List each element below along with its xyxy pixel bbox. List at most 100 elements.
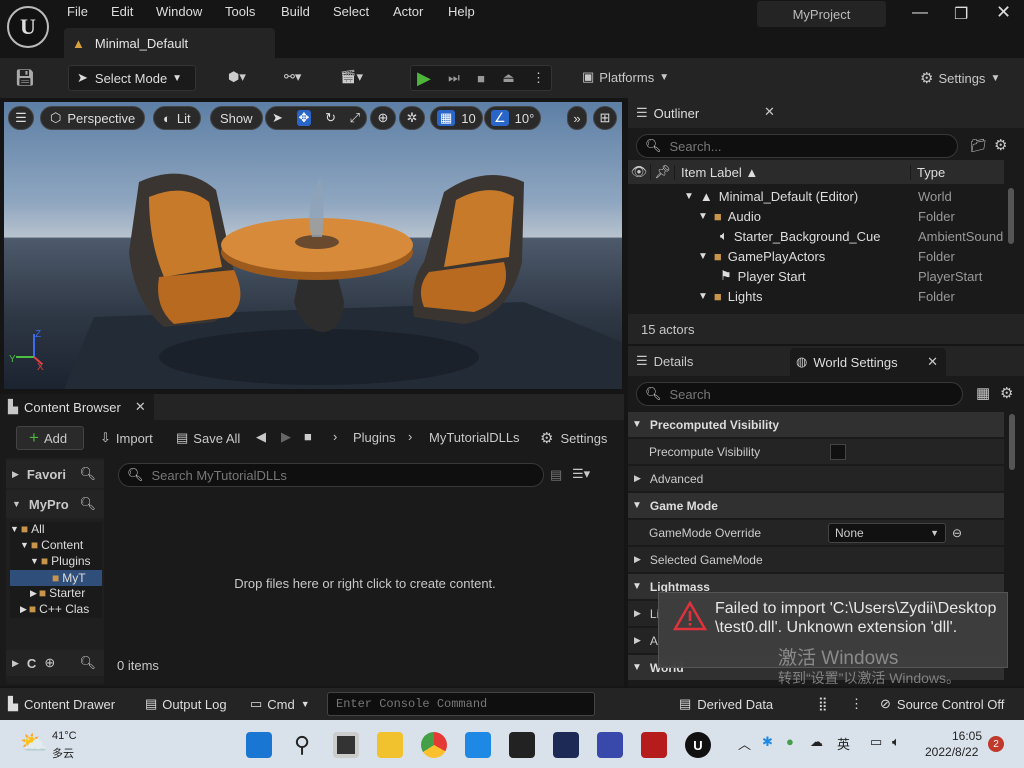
add-folder-icon[interactable]: 📁︎: [970, 138, 987, 154]
more-options-icon[interactable]: ⋮: [850, 688, 863, 720]
search-icon[interactable]: 🔍︎: [79, 496, 96, 512]
property-row[interactable]: ▶ Selected GameMode: [628, 547, 1004, 573]
search-icon[interactable]: 🔍︎: [79, 655, 96, 671]
outliner-row[interactable]: 🔈︎ Starter_Background_Cue AmbientSound: [628, 226, 1010, 246]
outliner-row[interactable]: ▼ ■ Audio Folder: [628, 206, 1010, 226]
menu-help[interactable]: Help: [448, 4, 475, 19]
menu-tools[interactable]: Tools: [225, 4, 255, 19]
eject-icon[interactable]: ⏏: [502, 70, 514, 86]
content-drawer-button[interactable]: ▙ Content Drawer: [8, 688, 115, 720]
select-mode-button[interactable]: ➤ Select Mode ▼: [68, 65, 196, 91]
world-space-icon[interactable]: ⊕: [370, 106, 396, 130]
outliner-row[interactable]: ▼ ■ GamePlayActors Folder: [628, 246, 1010, 266]
file-explorer-icon[interactable]: [377, 732, 403, 758]
expand-toolbar-icon[interactable]: »: [567, 106, 587, 130]
cb-settings-button[interactable]: ⚙ Settings: [540, 429, 607, 447]
platforms-button[interactable]: ▣ Platforms ▼: [582, 69, 669, 85]
more-options-icon[interactable]: ⋮: [532, 70, 545, 86]
back-icon[interactable]: ◀: [256, 429, 266, 445]
close-icon[interactable]: ✕: [135, 399, 146, 415]
asset-view[interactable]: 🔍︎ Search MyTutorialDLLs ▤ ☰▾ Drop files…: [110, 458, 624, 684]
add-collection-icon[interactable]: ⊕: [44, 655, 55, 671]
search-icon[interactable]: ⚲: [289, 732, 315, 758]
start-button[interactable]: [246, 732, 272, 758]
outliner-row[interactable]: ⚑ Player Start PlayerStart: [628, 266, 1010, 286]
source-control-button[interactable]: ⊘ Source Control Off: [880, 688, 1004, 720]
level-viewport[interactable]: Z Y X ☰ ⬡ Perspective ◐ Lit Show ➤ ✥ ↻ ⤢…: [4, 102, 622, 389]
menu-edit[interactable]: Edit: [111, 4, 133, 19]
collapse-arrow-icon[interactable]: ▼: [684, 191, 694, 202]
search-icon[interactable]: 🔍︎: [79, 466, 96, 482]
terminal-icon[interactable]: [509, 732, 535, 758]
level-tab[interactable]: ▲ Minimal_Default: [64, 28, 275, 58]
tree-item-plugins[interactable]: ▼ ■ Plugins: [30, 554, 91, 568]
collapse-arrow-icon[interactable]: ▼: [698, 251, 708, 262]
angle-snap-button[interactable]: ∠ 10°: [484, 106, 542, 130]
gear-icon[interactable]: ⚙: [994, 136, 1007, 154]
property-row[interactable]: ▶ Advanced: [628, 466, 1004, 492]
visibility-icon[interactable]: 👁︎: [628, 164, 650, 180]
import-button[interactable]: ⇩ Import: [100, 430, 153, 446]
close-icon[interactable]: ✕: [927, 354, 938, 370]
app-icon[interactable]: [597, 732, 623, 758]
column-type[interactable]: Type: [910, 164, 945, 180]
menu-window[interactable]: Window: [156, 4, 202, 19]
perspective-button[interactable]: ⬡ Perspective: [40, 106, 146, 130]
menu-build[interactable]: Build: [281, 4, 310, 19]
app-icon[interactable]: [553, 732, 579, 758]
wechat-icon[interactable]: ●: [786, 734, 794, 749]
tab-world-settings[interactable]: ◍ World Settings ✕: [790, 348, 946, 376]
derived-data-button[interactable]: ▤ Derived Data: [679, 688, 773, 720]
breadcrumb-mytutorialdlls[interactable]: MyTutorialDLLs: [429, 430, 520, 445]
rider-icon[interactable]: [641, 732, 667, 758]
cinematics-icon[interactable]: 🎬︎▾: [340, 69, 363, 85]
translate-tool-icon[interactable]: ✥: [296, 110, 312, 126]
play-icon[interactable]: ▶: [417, 68, 431, 89]
add-actor-icon[interactable]: ⬢▾: [228, 69, 246, 85]
gamemode-override-dropdown[interactable]: None ▼: [828, 522, 946, 543]
content-browser-tab[interactable]: ▙ Content Browser ✕: [0, 394, 154, 420]
save-search-icon[interactable]: ▤: [550, 467, 562, 483]
category-game-mode[interactable]: ▼ Game Mode: [628, 493, 1004, 519]
tab-details[interactable]: ☰ Details: [628, 346, 693, 376]
tree-item-content[interactable]: ▼ ■ Content: [20, 538, 83, 552]
vscode-icon[interactable]: [465, 732, 491, 758]
grid-snap-button[interactable]: ▦ 10: [430, 106, 483, 130]
table-view-icon[interactable]: ▦: [976, 384, 990, 402]
forward-icon[interactable]: ▶: [281, 429, 291, 445]
favorites-section[interactable]: ▶ Favori 🔍︎: [6, 460, 104, 488]
network-icon[interactable]: ▭: [870, 734, 882, 750]
task-view-icon[interactable]: [333, 732, 359, 758]
details-scrollbar[interactable]: [1009, 414, 1015, 470]
cloud-icon[interactable]: ☁: [810, 734, 823, 750]
menu-select[interactable]: Select: [333, 4, 369, 19]
show-button[interactable]: Show: [210, 106, 263, 130]
advance-frame-icon[interactable]: ⏭: [448, 70, 460, 86]
myproject-section[interactable]: ▼ MyPro 🔍︎: [6, 490, 104, 518]
clock-time[interactable]: 16:05: [952, 729, 982, 743]
volume-icon[interactable]: 🔈︎: [892, 734, 900, 750]
breadcrumb-plugins[interactable]: Plugins: [353, 430, 396, 445]
chrome-icon[interactable]: [421, 732, 447, 758]
reset-icon[interactable]: ⊖: [952, 526, 962, 540]
lit-button[interactable]: ◐ Lit: [153, 106, 201, 130]
menu-file[interactable]: File: [67, 4, 88, 19]
tree-item-cpp-classes[interactable]: ▶ ■ C++ Clas: [20, 602, 89, 616]
blueprint-icon[interactable]: ⚯▾: [284, 69, 301, 85]
category-precomputed-visibility[interactable]: ▼ Precomputed Visibility: [628, 412, 1004, 438]
rotate-tool-icon[interactable]: ↻: [325, 110, 336, 126]
outliner-row[interactable]: ▼ ■ Lights Folder: [628, 286, 1010, 306]
layout-icon[interactable]: ⊞: [593, 106, 617, 130]
gear-icon[interactable]: ⚙: [1000, 384, 1013, 402]
stop-icon[interactable]: ■: [477, 71, 485, 86]
collapse-arrow-icon[interactable]: ▼: [698, 291, 708, 302]
asset-search-input[interactable]: 🔍︎ Search MyTutorialDLLs: [118, 463, 544, 487]
tree-item-mytutorialdlls[interactable]: ■ MyT: [10, 570, 102, 586]
save-icon[interactable]: 💾︎: [14, 67, 36, 89]
settings-button[interactable]: ⚙ Settings ▼: [920, 69, 1000, 87]
close-icon[interactable]: ✕: [996, 2, 1011, 23]
precompute-visibility-checkbox[interactable]: [830, 443, 846, 460]
menu-actor[interactable]: Actor: [393, 4, 423, 19]
column-item-label[interactable]: Item Label ▲: [674, 164, 910, 180]
filter-icon[interactable]: ☰▾: [572, 466, 590, 482]
